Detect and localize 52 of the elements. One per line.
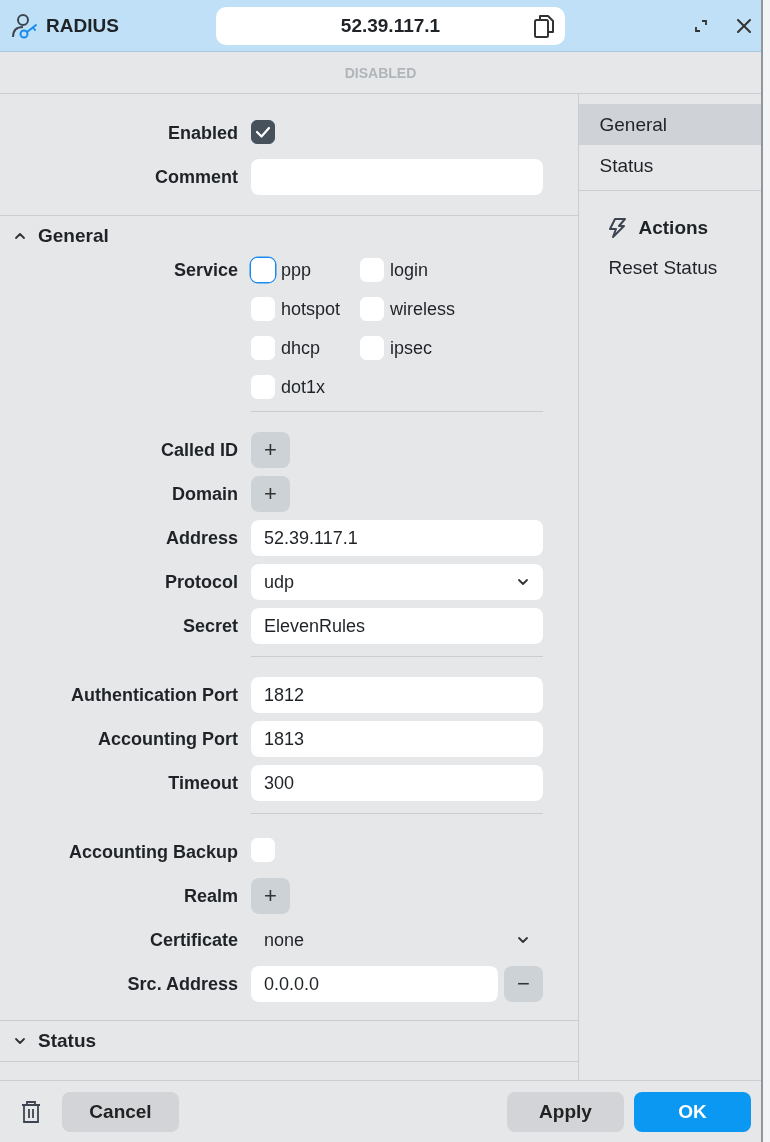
text-field[interactable]: ElevenRules bbox=[251, 608, 543, 644]
field-label: Accounting Port bbox=[98, 728, 238, 750]
field-label: Certificate bbox=[149, 929, 238, 951]
text-field[interactable]: 1813 bbox=[251, 721, 543, 757]
add-button[interactable]: + bbox=[251, 432, 290, 468]
field-label: Enabled bbox=[168, 122, 238, 144]
add-button[interactable]: + bbox=[251, 878, 290, 914]
actions-heading: Actions bbox=[638, 217, 709, 239]
address-display: 52.39.117.1 bbox=[216, 6, 565, 45]
field-label: Authentication Port bbox=[71, 684, 238, 706]
checkbox-label: ppp bbox=[281, 259, 312, 281]
field-label: Address bbox=[165, 527, 238, 549]
maximize-icon[interactable] bbox=[695, 19, 707, 32]
checkbox-label: ipsec bbox=[390, 337, 433, 359]
nav-item[interactable]: Status bbox=[579, 145, 761, 186]
text-field[interactable]: 0.0.0.0 bbox=[251, 966, 498, 1002]
lightning-icon bbox=[606, 217, 629, 239]
text-field[interactable]: 52.39.117.1 bbox=[251, 520, 543, 556]
checkbox-label: wireless bbox=[390, 298, 455, 320]
apply-button[interactable]: Apply bbox=[507, 1091, 624, 1132]
remove-button[interactable]: − bbox=[504, 966, 543, 1002]
field-label: Timeout bbox=[168, 772, 238, 794]
action-link[interactable]: Reset Status bbox=[579, 239, 761, 279]
text-field[interactable]: 1812 bbox=[251, 677, 543, 713]
field-label: Protocol bbox=[165, 571, 238, 593]
field-label: Comment bbox=[155, 166, 238, 188]
checkbox-label: login bbox=[390, 259, 429, 281]
field-label: Service bbox=[173, 260, 238, 281]
dropdown[interactable]: udp bbox=[251, 564, 543, 600]
user-key-icon bbox=[10, 11, 38, 40]
field-label: Src. Address bbox=[127, 973, 238, 995]
field-label: Called ID bbox=[160, 439, 238, 461]
field-label: Accounting Backup bbox=[69, 841, 238, 863]
checkbox[interactable] bbox=[251, 120, 275, 144]
text-field[interactable]: 300 bbox=[251, 765, 543, 801]
checkbox-label: hotspot bbox=[281, 298, 341, 320]
window-title: RADIUS bbox=[46, 14, 120, 37]
field-label: Realm bbox=[183, 885, 238, 907]
checkbox-label: dhcp bbox=[281, 337, 321, 359]
cancel-button[interactable]: Cancel bbox=[62, 1091, 179, 1132]
dropdown[interactable]: none bbox=[251, 922, 543, 958]
field-label: Domain bbox=[172, 483, 238, 505]
add-button[interactable]: + bbox=[251, 476, 290, 512]
text-field[interactable] bbox=[251, 159, 543, 195]
copy-icon[interactable] bbox=[533, 13, 555, 39]
trash-icon[interactable] bbox=[20, 1099, 42, 1124]
section-title[interactable]: General bbox=[38, 225, 109, 247]
field-label: Secret bbox=[182, 615, 238, 637]
checkbox-label: dot1x bbox=[281, 376, 326, 398]
section-title[interactable]: Status bbox=[38, 1030, 97, 1052]
nav-item[interactable]: General bbox=[579, 104, 761, 145]
close-icon[interactable] bbox=[737, 18, 751, 33]
